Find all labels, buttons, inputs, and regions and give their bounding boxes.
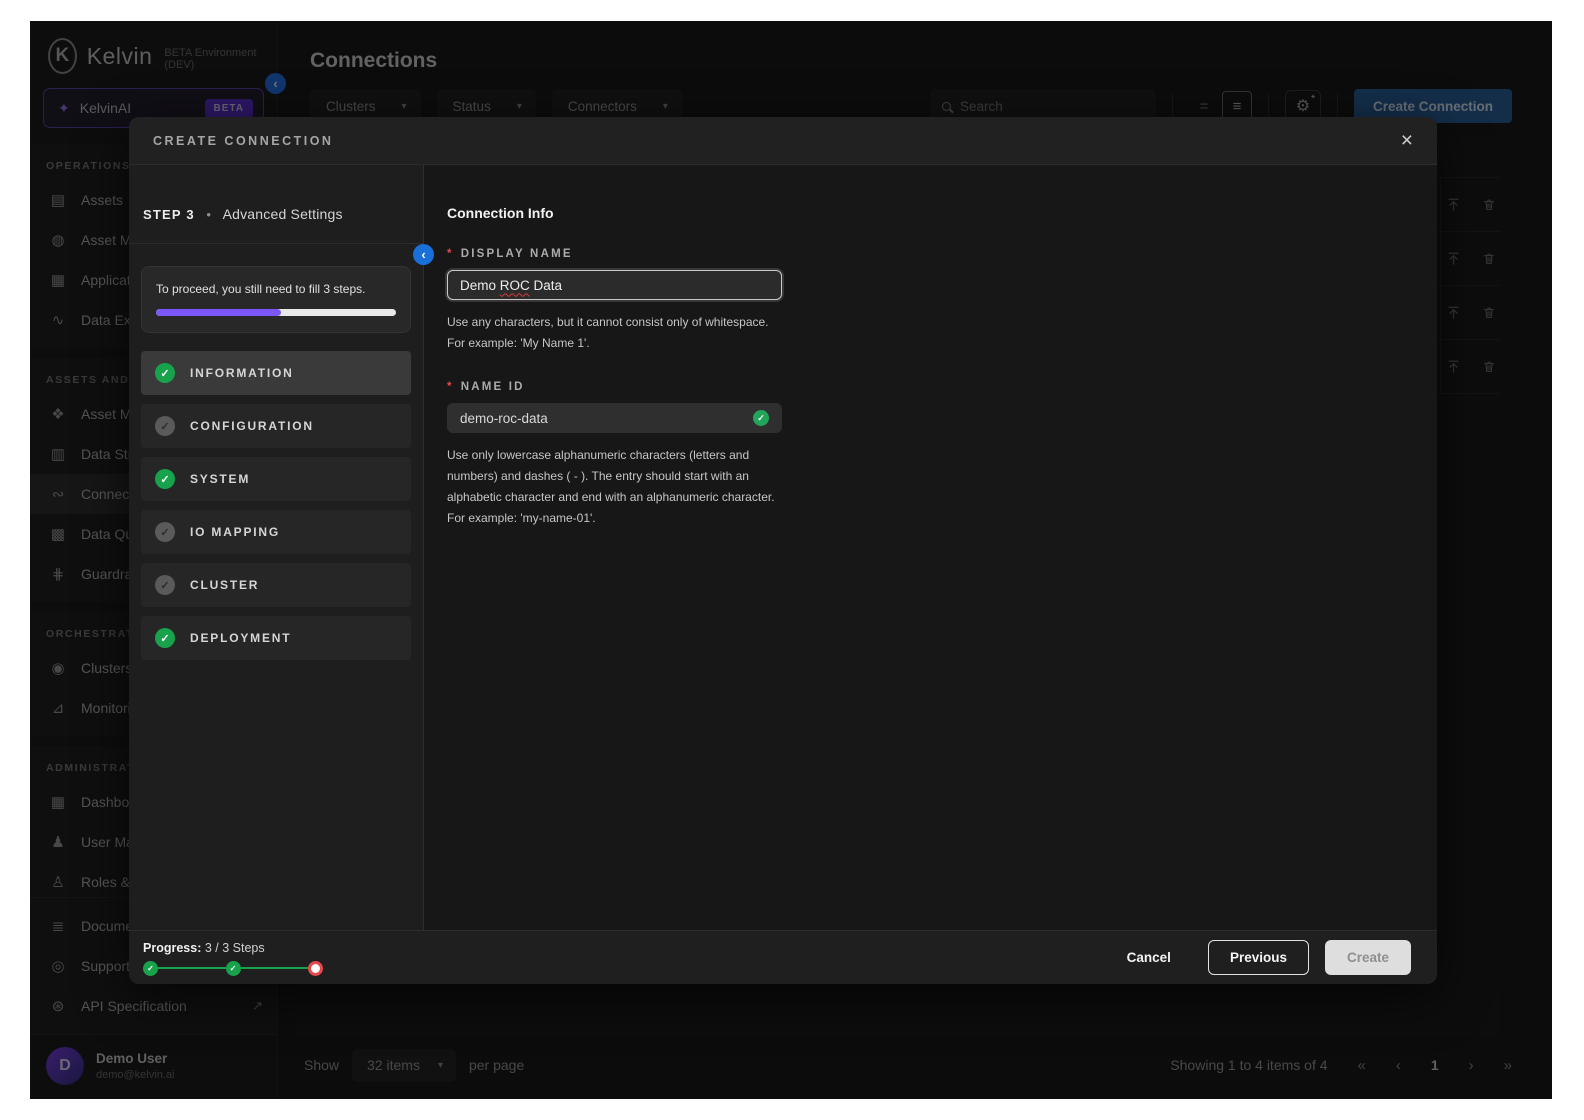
footer-stepper: ✓✓ <box>143 961 323 976</box>
wizard-step-information[interactable]: ✓ INFORMATION <box>141 351 411 395</box>
progress-label: Progress: <box>143 941 201 955</box>
wizard-step-cluster[interactable]: ✓ CLUSTER <box>141 563 411 607</box>
previous-button[interactable]: Previous <box>1208 940 1309 975</box>
wizard-step-label: INFORMATION <box>190 366 294 380</box>
app-window: K Kelvin BETA Environment (DEV) ✦ Kelvin… <box>30 21 1552 1099</box>
stepper-line <box>241 967 309 970</box>
display-name-help: Use any characters, but it cannot consis… <box>447 312 787 354</box>
create-button[interactable]: Create <box>1325 940 1411 975</box>
check-icon: ✓ <box>155 628 175 648</box>
help-line: For example: 'my-name-01'. <box>447 508 787 529</box>
name-id-label: * NAME ID <box>447 381 1437 393</box>
check-icon: ✓ <box>155 469 175 489</box>
footer-progress-text: Progress: 3 / 3 Steps <box>143 941 323 955</box>
form-section-title: Connection Info <box>447 205 1437 221</box>
step-name: Advanced Settings <box>223 206 343 222</box>
notice-progress-fill <box>156 309 281 316</box>
stepper-line <box>158 967 226 970</box>
check-muted-icon: ✓ <box>155 416 175 436</box>
help-line: alphabetic character and end with an alp… <box>447 487 787 508</box>
wizard-step-label: SYSTEM <box>190 472 250 486</box>
modal-title: CREATE CONNECTION <box>153 134 333 148</box>
wizard-step-system[interactable]: ✓ SYSTEM <box>141 457 411 501</box>
modal-header: CREATE CONNECTION × <box>129 117 1437 165</box>
wizard-step-io-mapping[interactable]: ✓ IO MAPPING <box>141 510 411 554</box>
modal-footer: Progress: 3 / 3 Steps ✓✓ Cancel Previous… <box>129 930 1437 984</box>
panel-collapse-button[interactable]: ‹ <box>413 244 434 265</box>
wizard-step-label: IO MAPPING <box>190 525 280 539</box>
required-marker: * <box>447 248 454 260</box>
notice-progress-track <box>156 309 396 316</box>
display-name-value: Demo ROC Data <box>460 278 562 293</box>
name-id-value: demo-roc-data <box>460 411 548 426</box>
required-marker: * <box>447 381 454 393</box>
check-icon: ✓ <box>155 363 175 383</box>
display-name-label-text: DISPLAY NAME <box>461 248 573 260</box>
wizard-step-label: CLUSTER <box>190 578 259 592</box>
check-muted-icon: ✓ <box>155 575 175 595</box>
step-number: STEP 3 <box>143 207 195 222</box>
help-line: Use any characters, but it cannot consis… <box>447 312 787 333</box>
progress-value: 3 / 3 Steps <box>205 941 265 955</box>
bullet-icon: • <box>206 207 211 222</box>
cancel-button[interactable]: Cancel <box>1127 950 1171 965</box>
divider <box>129 243 423 244</box>
help-line: Use only lowercase alphanumeric characte… <box>447 445 787 466</box>
check-muted-icon: ✓ <box>155 522 175 542</box>
wizard-step-label: DEPLOYMENT <box>190 631 291 645</box>
chevron-left-icon: ‹ <box>421 247 425 262</box>
wizard-steps-panel: STEP 3 • Advanced Settings To proceed, y… <box>129 165 424 930</box>
steps-remaining-notice: To proceed, you still need to fill 3 ste… <box>141 266 411 333</box>
create-connection-modal: CREATE CONNECTION × STEP 3 • Advanced Se… <box>129 117 1437 984</box>
wizard-step-configuration[interactable]: ✓ CONFIGURATION <box>141 404 411 448</box>
display-name-label: * DISPLAY NAME <box>447 248 1437 260</box>
name-id-help: Use only lowercase alphanumeric characte… <box>447 445 787 529</box>
help-line: For example: 'My Name 1'. <box>447 333 787 354</box>
stepper-node-complete: ✓ <box>143 961 158 976</box>
display-name-input[interactable]: Demo ROC Data <box>447 270 782 300</box>
connection-info-panel: Connection Info * DISPLAY NAME Demo ROC D… <box>424 165 1437 930</box>
help-line: numbers) and dashes ( - ). The entry sho… <box>447 466 787 487</box>
notice-text: To proceed, you still need to fill 3 ste… <box>156 282 396 296</box>
wizard-step-deployment[interactable]: ✓ DEPLOYMENT <box>141 616 411 660</box>
wizard-steps-list: ✓ INFORMATION ✓ CONFIGURATION ✓ SYSTEM ✓ IO MAP… <box>141 351 411 660</box>
step-header: STEP 3 • Advanced Settings <box>129 165 423 243</box>
stepper-node-current <box>308 961 323 976</box>
wizard-step-label: CONFIGURATION <box>190 419 314 433</box>
name-id-label-text: NAME ID <box>461 381 525 393</box>
name-id-input[interactable]: demo-roc-data ✓ <box>447 403 782 433</box>
stepper-node-complete: ✓ <box>226 961 241 976</box>
misspelled-word: ROC <box>500 278 530 293</box>
valid-check-icon: ✓ <box>753 410 769 426</box>
close-icon[interactable]: × <box>1401 130 1413 151</box>
modal-body: STEP 3 • Advanced Settings To proceed, y… <box>129 165 1437 930</box>
